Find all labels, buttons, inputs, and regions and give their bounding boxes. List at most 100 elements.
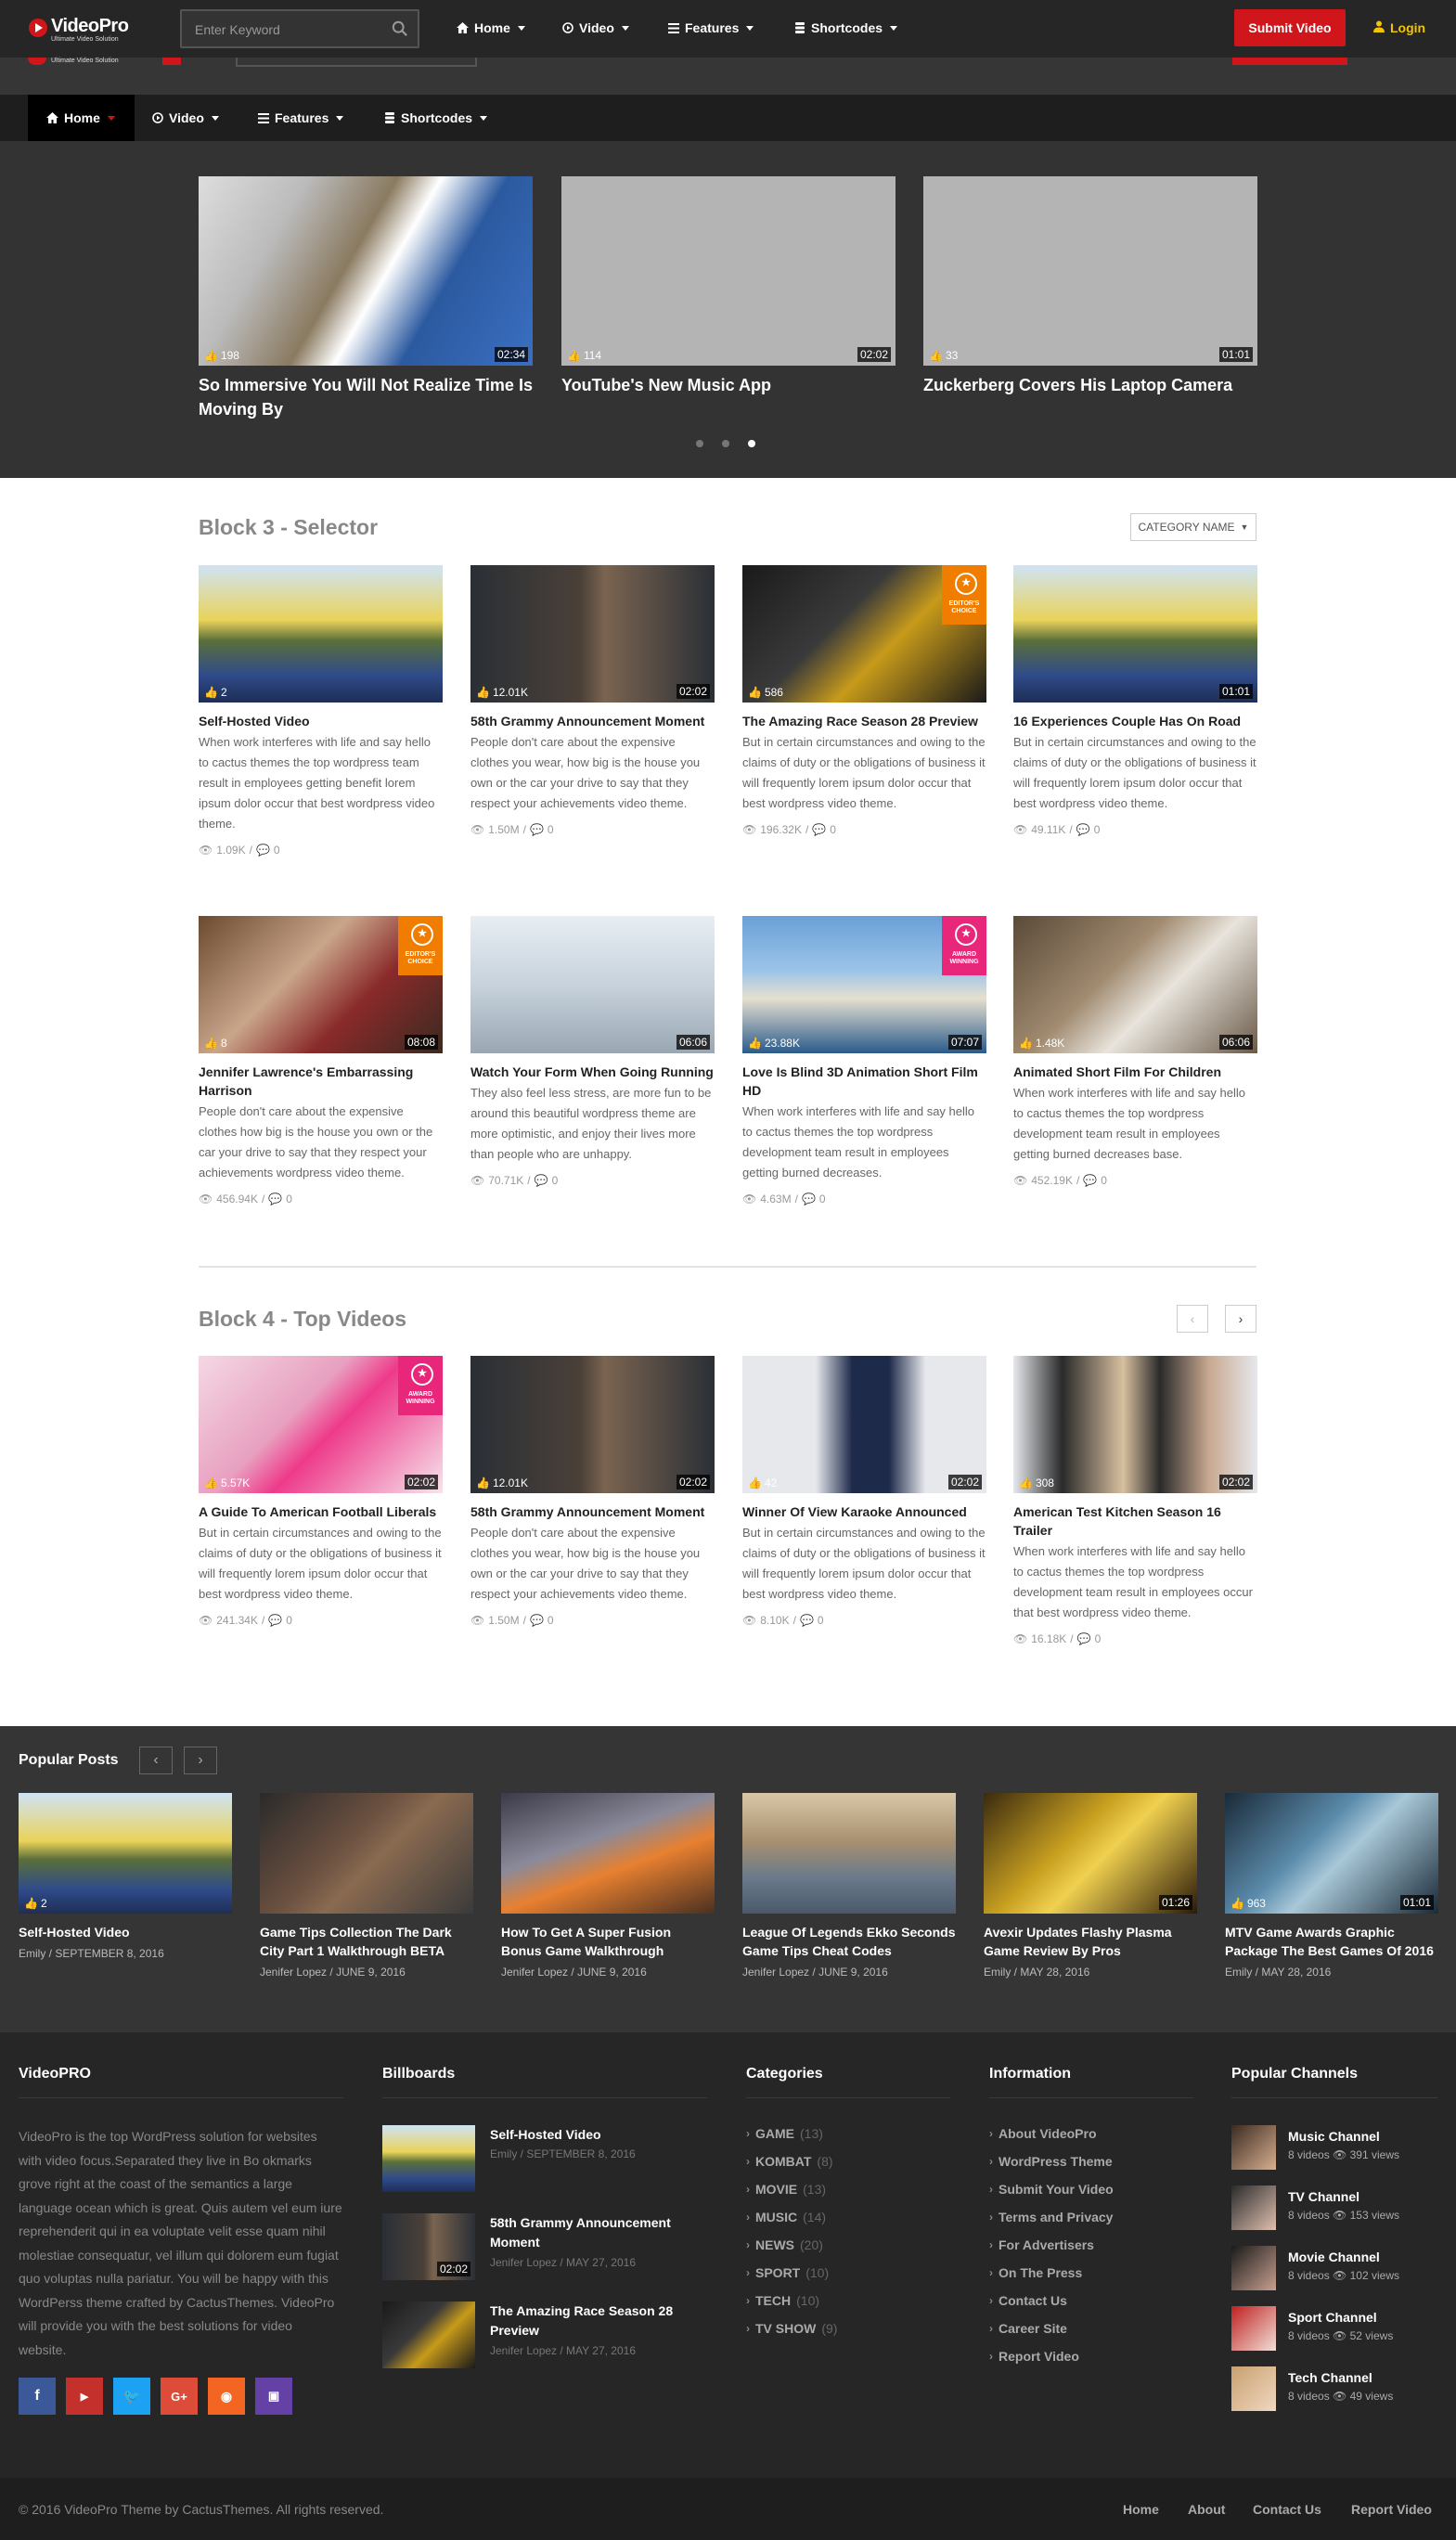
video-card[interactable]: 👍8 08:08 EDITOR'S CHOICE Jennifer Lawrence'… [199,916,443,1206]
slide-title[interactable]: Zuckerberg Covers His Laptop Camera [923,373,1257,397]
video-title[interactable]: Animated Short Film For Children [1013,1063,1257,1081]
category-link[interactable]: › GAME (13) [746,2120,837,2147]
video-title[interactable]: The Amazing Race Season 28 Preview [742,712,986,730]
channel-avatar[interactable] [1231,2366,1276,2411]
channel-item[interactable]: Tech Channel 8 videos 👁 49 views [1231,2366,1454,2413]
video-card[interactable]: 👍23.88K 07:07 AWARD WINNING Love Is Blind 3… [742,916,986,1206]
category-link[interactable]: › TV SHOW (9) [746,2314,837,2342]
video-thumbnail[interactable]: 👍 308 02:02 [1013,1356,1257,1493]
twitch-icon[interactable]: ▣ [255,2378,292,2415]
post-author[interactable]: Emily [1225,1966,1252,1979]
video-title[interactable]: 58th Grammy Announcement Moment [470,712,715,730]
video-title[interactable]: American Test Kitchen Season 16 Trailer [1013,1502,1257,1540]
video-thumbnail[interactable]: 👍8 08:08 EDITOR'S CHOICE [199,916,443,1053]
post-author[interactable]: Emily [19,1947,45,1960]
video-card[interactable]: 06:06 Watch Your Form When Going Running T… [470,916,715,1187]
information-link[interactable]: › WordPress Theme [989,2147,1114,2175]
channel-avatar[interactable] [1231,2185,1276,2230]
prev-arrow-button[interactable]: ‹ [139,1747,173,1774]
subnav-video[interactable]: Video [152,110,219,125]
video-thumbnail[interactable]: 👍 2 [199,565,443,703]
billboard-thumbnail[interactable]: 02:02 [382,2213,475,2280]
billboard-title[interactable]: Self-Hosted Video [490,2125,707,2145]
popular-post-card[interactable]: How To Get A Super Fusion Bonus Game Wal… [501,1793,715,1979]
post-thumbnail[interactable]: 👍 2 [19,1793,232,1914]
information-link[interactable]: › Report Video [989,2342,1114,2370]
information-link[interactable]: › Contact Us [989,2287,1114,2314]
video-card[interactable]: 👍 1.48K 06:06 Animated Short Film For Child… [1013,916,1257,1187]
video-card[interactable]: 👍 42 02:02 Winner Of View Karaoke Announced… [742,1356,986,1627]
subnav-shortcodes[interactable]: Shortcodes [384,110,488,125]
popular-post-card[interactable]: 👍 963 01:01 MTV Game Awards Graphic Package… [1225,1793,1438,1979]
billboard-thumbnail[interactable] [382,2125,475,2192]
video-card[interactable]: 01:01 16 Experiences Couple Has On Road Bu… [1013,565,1257,836]
nav-shortcodes[interactable]: Shortcodes [794,20,898,35]
channel-name[interactable]: Sport Channel [1288,2310,1377,2325]
post-author[interactable]: Emily [984,1966,1011,1979]
post-title[interactable]: MTV Game Awards Graphic Package The Best… [1225,1923,1438,1960]
video-title[interactable]: Jennifer Lawrence's Embarrassing Harriso… [199,1063,443,1100]
video-card[interactable]: 👍5.57K 02:02 AWARD WINNING A Guide To Ameri… [199,1356,443,1627]
post-author[interactable]: Jenifer Lopez [742,1966,809,1979]
slider-dot[interactable] [696,440,703,447]
video-thumbnail[interactable]: 01:01 [1013,565,1257,703]
next-arrow-button[interactable]: › [184,1747,217,1774]
video-thumbnail[interactable]: 👍5.57K 02:02 AWARD WINNING [199,1356,443,1493]
slide-thumbnail[interactable]: 👍 198 02:34 [199,176,533,366]
next-arrow-button[interactable]: › [1225,1305,1256,1333]
channel-item[interactable]: Movie Channel 8 videos 👁 102 views [1231,2246,1454,2292]
video-card[interactable]: 👍 2 Self-Hosted Video When work interferes … [199,565,443,857]
submit-video-button[interactable]: Submit Video [1234,9,1346,46]
video-title[interactable]: Winner Of View Karaoke Announced [742,1502,986,1521]
footer-link-about[interactable]: About [1188,2502,1225,2517]
google-plus-icon[interactable]: G+ [161,2378,198,2415]
video-thumbnail[interactable]: 👍 42 02:02 [742,1356,986,1493]
post-title[interactable]: Self-Hosted Video [19,1923,232,1941]
video-title[interactable]: Love Is Blind 3D Animation Short Film HD [742,1063,986,1100]
facebook-icon[interactable]: f [19,2378,56,2415]
billboard-item[interactable]: The Amazing Race Season 28 Preview Jenife… [382,2301,707,2376]
subnav-home[interactable]: Home [46,110,115,125]
footer-link-home[interactable]: Home [1123,2502,1159,2517]
video-title[interactable]: Watch Your Form When Going Running [470,1063,715,1081]
video-thumbnail[interactable]: 👍 12.01K 02:02 [470,565,715,703]
information-link[interactable]: › On The Press [989,2259,1114,2287]
nav-features[interactable]: Features [668,20,754,35]
video-card[interactable]: 👍 12.01K 02:02 58th Grammy Announcement Mom… [470,565,715,836]
video-title[interactable]: A Guide To American Football Liberals [199,1502,443,1521]
category-link[interactable]: › SPORT (10) [746,2259,837,2287]
information-link[interactable]: › For Advertisers [989,2231,1114,2259]
post-title[interactable]: How To Get A Super Fusion Bonus Game Wal… [501,1923,715,1960]
video-thumbnail[interactable]: 👍 1.48K 06:06 [1013,916,1257,1053]
post-thumbnail[interactable] [742,1793,956,1914]
subnav-features[interactable]: Features [258,110,344,125]
slide-thumbnail[interactable]: 👍 114 02:02 [561,176,896,366]
post-author[interactable]: Jenifer Lopez [501,1966,568,1979]
information-link[interactable]: › About VideoPro [989,2120,1114,2147]
post-author[interactable]: Jenifer Lopez [260,1966,327,1979]
footer-link-contact[interactable]: Contact Us [1253,2502,1321,2517]
post-thumbnail[interactable]: 01:26 [984,1793,1197,1914]
video-thumbnail[interactable]: 👍23.88K 07:07 AWARD WINNING [742,916,986,1053]
nav-home[interactable]: Home [457,20,525,35]
post-title[interactable]: League Of Legends Ekko Seconds Game Tips… [742,1923,956,1960]
category-dropdown[interactable]: CATEGORY NAME ▼ [1130,513,1256,541]
information-link[interactable]: › Career Site [989,2314,1114,2342]
video-title[interactable]: 16 Experiences Couple Has On Road [1013,712,1257,730]
slide-title[interactable]: So Immersive You Will Not Realize Time I… [199,373,533,421]
channel-item[interactable]: TV Channel 8 videos 👁 153 views [1231,2185,1454,2232]
channel-name[interactable]: Tech Channel [1288,2370,1372,2385]
information-link[interactable]: › Terms and Privacy [989,2203,1114,2231]
popular-post-card[interactable]: League Of Legends Ekko Seconds Game Tips… [742,1793,956,1979]
slide-card[interactable]: 👍 114 02:02 YouTube's New Music App [561,176,896,397]
video-card[interactable]: 👍586 EDITOR'S CHOICE The Amazing Race Seas… [742,565,986,836]
channel-name[interactable]: Movie Channel [1288,2250,1380,2264]
slide-card[interactable]: 👍 198 02:34 So Immersive You Will Not Rea… [199,176,533,421]
video-card[interactable]: 👍 308 02:02 American Test Kitchen Season 16… [1013,1356,1257,1645]
video-card[interactable]: 👍 12.01K 02:02 58th Grammy Announcement Mom… [470,1356,715,1627]
post-thumbnail[interactable]: 👍 963 01:01 [1225,1793,1438,1914]
rss-icon[interactable]: ◉ [208,2378,245,2415]
slider-dot[interactable] [722,440,729,447]
channel-name[interactable]: Music Channel [1288,2129,1380,2144]
slide-card[interactable]: 👍 33 01:01 Zuckerberg Covers His Laptop C… [923,176,1257,397]
